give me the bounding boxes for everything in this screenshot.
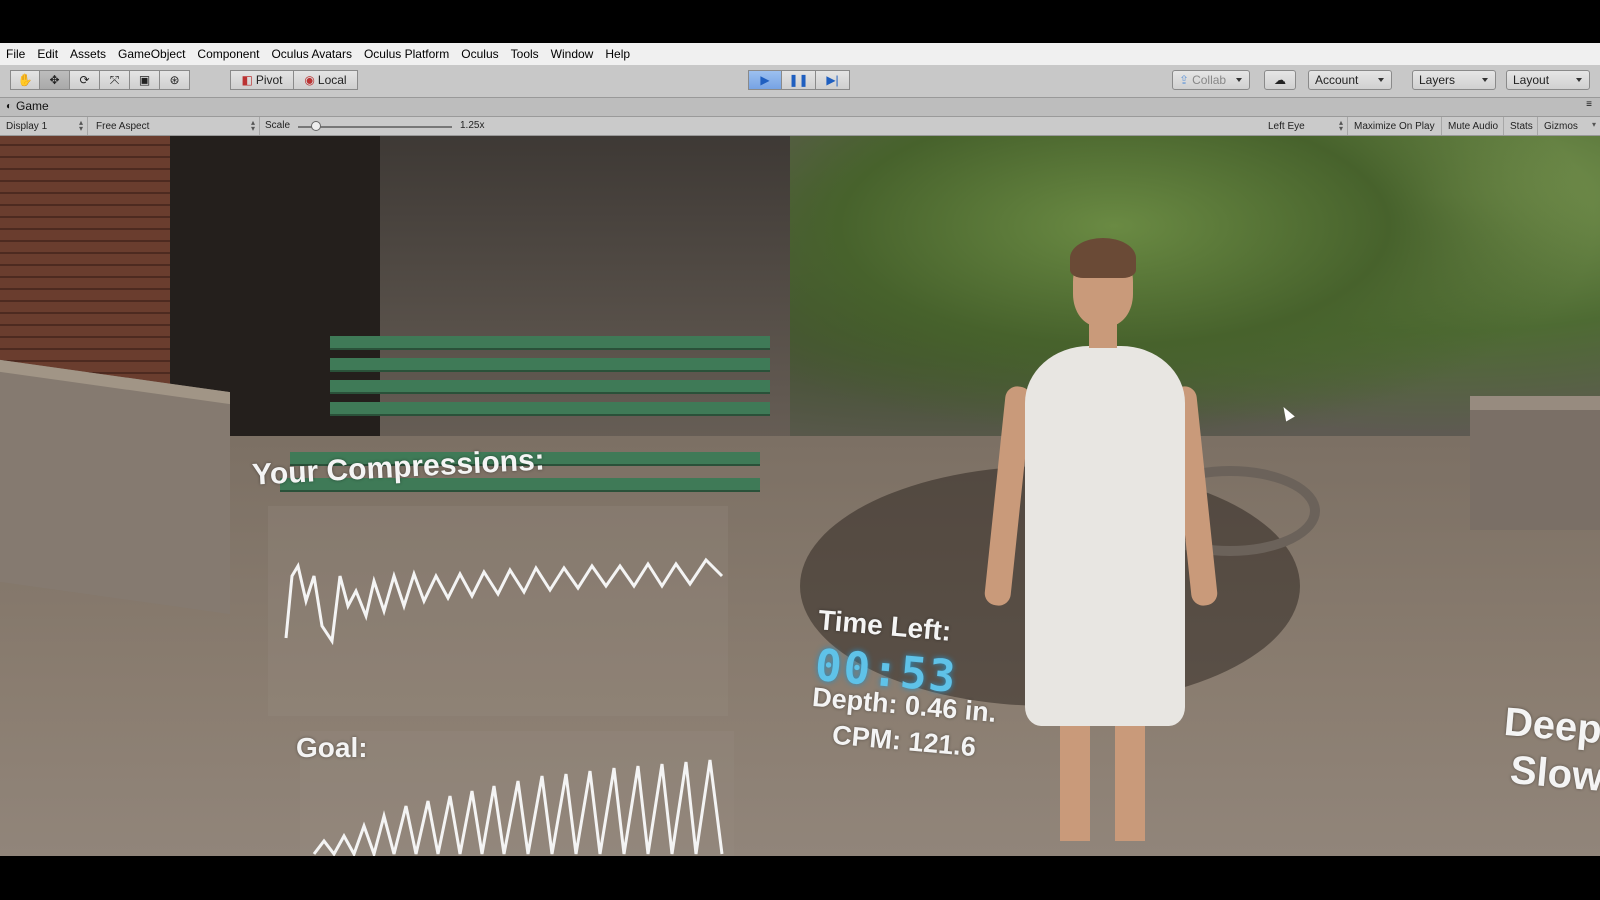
toolbar: ✋ ✥ ⟳ ⤧ ▣ ⊛ ◧ Pivot ◉ Local ▶ ❚❚ ▶| ⇪ Co… <box>0 65 1600 98</box>
transform-icon: ⊛ <box>169 73 180 87</box>
stats-toggle[interactable]: Stats <box>1504 117 1538 135</box>
stone-planter-right <box>1470 396 1600 530</box>
step-icon: ▶| <box>826 73 839 87</box>
account-dropdown[interactable]: Account <box>1308 70 1392 90</box>
move-icon: ✥ <box>49 73 60 87</box>
pivot-toggles: ◧ Pivot ◉ Local <box>230 70 358 92</box>
account-label: Account <box>1315 73 1359 87</box>
eye-select[interactable]: Left Eye ▴ ▾ <box>1262 117 1348 135</box>
maximize-label: Maximize On Play <box>1354 120 1435 132</box>
maximize-on-play-toggle[interactable]: Maximize On Play <box>1348 117 1442 135</box>
layout-label: Layout <box>1513 73 1550 87</box>
letterbox-bottom <box>0 856 1600 900</box>
collab-dropdown[interactable]: ⇪ Collab <box>1172 70 1250 90</box>
menu-oculus-platform[interactable]: Oculus Platform <box>358 47 455 61</box>
display-label: Display 1 <box>6 120 48 132</box>
aspect-select[interactable]: Free Aspect ▴ ▾ <box>90 117 260 135</box>
updown-icon: ▴ ▾ <box>78 118 83 133</box>
menu-edit[interactable]: Edit <box>31 47 64 61</box>
updown-icon: ▴ ▾ <box>1338 118 1343 133</box>
scale-value: 1.25x <box>460 120 485 131</box>
layout-dropdown[interactable]: Layout <box>1506 70 1590 90</box>
menu-oculus-avatars[interactable]: Oculus Avatars <box>265 47 357 61</box>
menu-assets[interactable]: Assets <box>64 47 112 61</box>
pivot-button[interactable]: ◧ Pivot <box>230 70 294 90</box>
eye-label: Left Eye <box>1268 120 1305 132</box>
menu-file[interactable]: File <box>0 47 31 61</box>
goal-waveform <box>312 759 724 856</box>
aspect-label: Free Aspect <box>96 120 150 132</box>
game-tab-bar: ◐ Game ≡ <box>0 98 1600 117</box>
chevron-down-icon: ▾ <box>1591 120 1596 129</box>
local-icon: ◉ <box>304 73 315 87</box>
plaza-ground <box>0 436 1600 856</box>
menu-bar: File Edit Assets GameObject Component Oc… <box>0 43 1600 65</box>
mute-audio-toggle[interactable]: Mute Audio <box>1442 117 1504 135</box>
stone-planter-left <box>0 359 230 615</box>
letterbox-top <box>0 0 1600 43</box>
pivot-label: Pivot <box>255 73 283 87</box>
mute-label: Mute Audio <box>1448 120 1499 132</box>
chevron-down-icon <box>1236 78 1242 82</box>
pivot-icon: ◧ <box>241 73 253 87</box>
chevron-down-icon <box>1576 78 1582 82</box>
pause-button[interactable]: ❚❚ <box>782 70 816 90</box>
move-tool-button[interactable]: ✥ <box>40 70 70 90</box>
local-label: Local <box>317 73 347 87</box>
menu-help[interactable]: Help <box>599 47 636 61</box>
feedback-hint-line1: Deep <box>1502 699 1600 753</box>
cloud-button[interactable]: ☁ <box>1264 70 1296 90</box>
scale-slider-track[interactable] <box>298 126 452 128</box>
stats-label: Stats <box>1510 120 1533 132</box>
local-button[interactable]: ◉ Local <box>294 70 358 90</box>
menu-oculus[interactable]: Oculus <box>455 47 504 61</box>
tab-menu-icon[interactable]: ≡ <box>1586 99 1592 110</box>
scale-slider-handle[interactable] <box>311 121 322 131</box>
cloud-icon: ☁ <box>1274 73 1286 87</box>
compressions-waveform <box>284 557 724 646</box>
menu-tools[interactable]: Tools <box>505 47 545 61</box>
rect-tool-button[interactable]: ▣ <box>130 70 160 90</box>
scale-icon: ⤧ <box>109 72 120 87</box>
playback-controls: ▶ ❚❚ ▶| <box>748 70 850 92</box>
game-tab[interactable]: ◐ Game <box>6 99 49 113</box>
rotate-icon: ⟳ <box>79 73 90 87</box>
hand-tool-button[interactable]: ✋ <box>10 70 40 90</box>
rotate-tool-button[interactable]: ⟳ <box>70 70 100 90</box>
step-button[interactable]: ▶| <box>816 70 850 90</box>
chevron-down-icon <box>1378 78 1384 82</box>
gizmos-label: Gizmos <box>1544 120 1578 132</box>
game-tab-label: Game <box>16 99 49 113</box>
pause-icon: ❚❚ <box>788 73 809 87</box>
feedback-hint-line2: Slow <box>1508 748 1600 800</box>
scale-label: Scale <box>265 120 291 131</box>
menu-window[interactable]: Window <box>545 47 600 61</box>
menu-gameobject[interactable]: GameObject <box>112 47 191 61</box>
transform-tools: ✋ ✥ ⟳ ⤧ ▣ ⊛ <box>10 70 190 92</box>
collab-label: Collab <box>1192 73 1227 87</box>
display-select[interactable]: Display 1 ▴ ▾ <box>0 117 88 135</box>
transform-tool-button[interactable]: ⊛ <box>160 70 190 90</box>
chevron-down-icon <box>1482 78 1488 82</box>
hand-icon: ✋ <box>17 73 33 87</box>
play-icon: ▶ <box>760 73 770 87</box>
patient-avatar <box>983 236 1219 856</box>
layers-dropdown[interactable]: Layers <box>1412 70 1496 90</box>
play-button[interactable]: ▶ <box>748 70 782 90</box>
game-view-options: Display 1 ▴ ▾ Free Aspect ▴ ▾ Scale 1.25x … <box>0 117 1600 136</box>
cloud-upload-icon: ⇪ <box>1179 73 1190 87</box>
layers-label: Layers <box>1419 73 1456 87</box>
game-viewport[interactable]: Your Compressions: Goal: Time Left: 00:5… <box>0 136 1600 856</box>
rect-icon: ▣ <box>138 73 151 87</box>
scale-tool-button[interactable]: ⤧ <box>100 70 130 90</box>
updown-icon: ▴ ▾ <box>250 118 255 133</box>
brick-wall <box>0 136 170 396</box>
unity-editor: File Edit Assets GameObject Component Oc… <box>0 43 1600 856</box>
gizmos-toggle[interactable]: Gizmos ▾ <box>1538 117 1600 135</box>
menu-component[interactable]: Component <box>191 47 265 61</box>
game-controller-icon: ◐ <box>6 100 13 112</box>
